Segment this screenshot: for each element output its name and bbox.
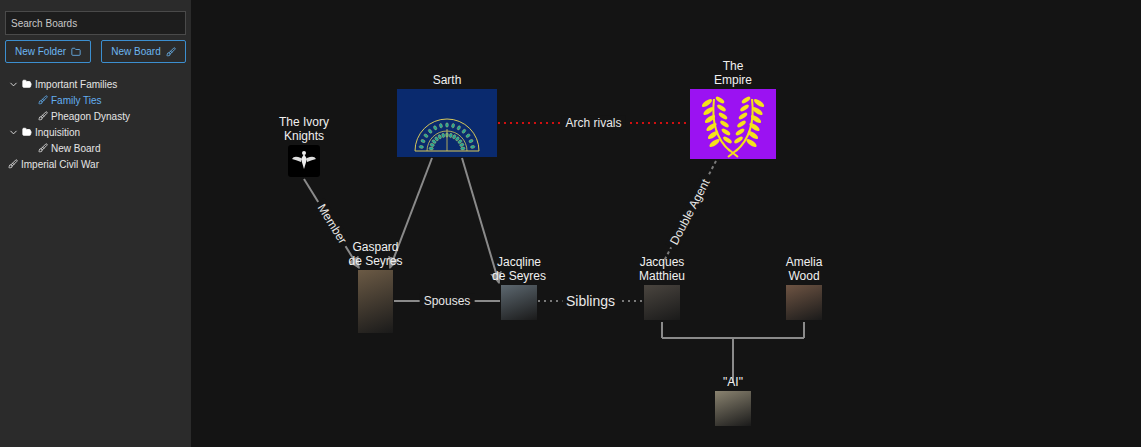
edge-label: Double Agent <box>665 173 715 251</box>
tree-label: Inquisition <box>35 125 80 140</box>
node-image[interactable] <box>786 285 822 320</box>
tree-board: New Board <box>0 140 191 156</box>
edge-label: Arch rivals <box>561 116 625 130</box>
edge-line[interactable] <box>462 158 499 283</box>
folder-icon <box>22 127 32 137</box>
board-icon <box>38 111 48 121</box>
chevron-down-icon[interactable] <box>8 79 19 90</box>
tree-folder: Important FamiliesFamily TiesPheagon Dyn… <box>0 76 191 124</box>
portrait-image <box>358 270 393 333</box>
board-canvas[interactable]: Member Arch rivals Double Agent Spouses Sibl… <box>191 0 1141 447</box>
board-icon <box>8 159 18 169</box>
portrait-image <box>501 285 537 320</box>
node-image[interactable] <box>690 89 776 159</box>
node-label: Gaspard de Seyres <box>348 240 404 268</box>
node-label: "AI" <box>705 375 761 389</box>
tree-row[interactable]: Inquisition <box>0 124 191 140</box>
edge-label: Spouses <box>420 294 475 308</box>
button-row: New Folder New Board <box>5 40 186 63</box>
portrait-image <box>644 285 680 320</box>
tree-label: Family Ties <box>51 93 102 108</box>
tree-row[interactable]: Pheagon Dynasty <box>0 108 191 124</box>
new-board-button[interactable]: New Board <box>101 40 186 63</box>
tree-label: New Board <box>51 141 100 156</box>
board-icon <box>38 95 48 105</box>
sidebar: Search Boards New Folder New Board Importan… <box>0 0 191 447</box>
chevron-down-icon[interactable] <box>8 127 19 138</box>
node-label: The Empire <box>705 59 761 87</box>
node-label: Sarth <box>419 73 475 87</box>
node-label: Amelia Wood <box>776 255 832 283</box>
node-image[interactable] <box>644 285 680 320</box>
edge-line[interactable] <box>663 161 716 263</box>
tree-children: New Board <box>0 140 191 156</box>
node-label: Jacqline de Seyres <box>491 255 547 283</box>
board-icon <box>38 143 48 153</box>
node-image[interactable] <box>288 145 320 177</box>
tree-row[interactable]: Imperial Civil War <box>0 156 191 172</box>
tree-board: Pheagon Dynasty <box>0 108 191 124</box>
folder-icon <box>22 79 32 89</box>
board-tree: Important FamiliesFamily TiesPheagon Dyn… <box>0 76 191 172</box>
tree-board: Family Ties <box>0 92 191 108</box>
node-image[interactable] <box>397 89 497 157</box>
tree-board: Imperial Civil War <box>0 156 191 172</box>
folder-icon <box>71 47 81 57</box>
tree-label: Important Families <box>35 77 117 92</box>
node-label: Jacques Matthieu <box>634 255 690 283</box>
edge-label: Member <box>312 198 352 250</box>
peacock-icon <box>397 89 497 157</box>
tree-row[interactable]: New Board <box>0 140 191 156</box>
family-connector <box>662 322 804 382</box>
edge-label: Siblings <box>562 293 619 310</box>
tree-label: Pheagon Dynasty <box>51 109 130 124</box>
portrait-image <box>715 391 751 426</box>
node-label: The Ivory Knights <box>276 115 332 143</box>
node-image[interactable] <box>715 391 751 426</box>
knight-emblem-icon <box>288 145 320 177</box>
tree-children: Family TiesPheagon Dynasty <box>0 92 191 124</box>
portrait-image <box>786 285 822 320</box>
tree-folder: InquisitionNew Board <box>0 124 191 156</box>
tree-row[interactable]: Important Families <box>0 76 191 92</box>
node-image[interactable] <box>501 285 537 320</box>
button-label: New Folder <box>15 44 66 59</box>
board-icon <box>166 47 176 57</box>
node-image[interactable] <box>358 270 393 333</box>
laurel-icon <box>690 89 776 159</box>
tree-label: Imperial Civil War <box>21 157 99 172</box>
tree-row[interactable]: Family Ties <box>0 92 191 108</box>
app: Search Boards New Folder New Board Importan… <box>0 0 1141 447</box>
new-folder-button[interactable]: New Folder <box>5 40 91 63</box>
search-input[interactable]: Search Boards <box>5 11 186 35</box>
button-label: New Board <box>111 44 160 59</box>
